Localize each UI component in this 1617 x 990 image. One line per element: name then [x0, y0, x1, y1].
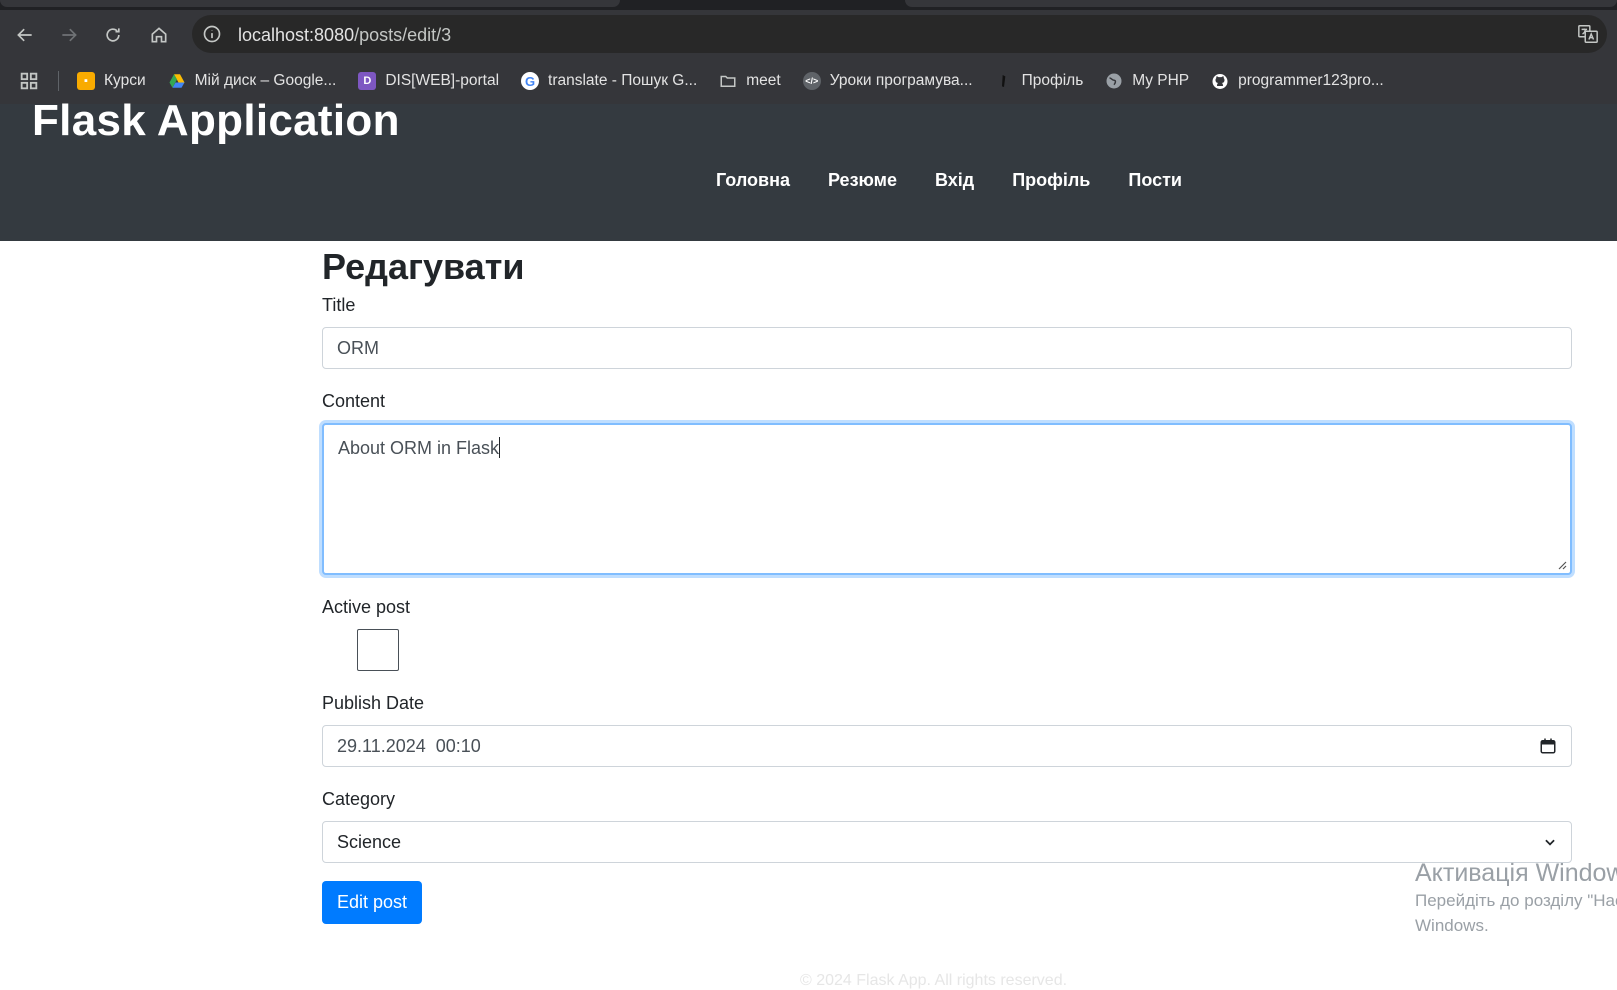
title-input-value: ORM: [337, 338, 379, 358]
resize-grip-icon[interactable]: [1557, 560, 1567, 570]
nav-link-profile[interactable]: Профіль: [1012, 170, 1090, 191]
bookmark-label: programmer123pro...: [1238, 72, 1384, 89]
github-icon: [1211, 72, 1229, 90]
category-label: Category: [322, 789, 396, 809]
home-icon[interactable]: [146, 22, 172, 48]
url-host: localhost:8080: [238, 25, 355, 45]
activation-text-2: Windows.: [1415, 916, 1489, 935]
brand-title[interactable]: Flask Application: [32, 96, 400, 146]
activation-title: Активація Windows: [1415, 859, 1617, 887]
edit-post-form: Редагувати Title ORM Content About ORM i…: [322, 241, 1572, 924]
bookmark-my-php[interactable]: My PHP: [1105, 72, 1189, 90]
title-label: Title: [322, 295, 356, 315]
category-select[interactable]: Science: [322, 821, 1572, 863]
page-title: Редагувати: [322, 246, 525, 287]
url-text[interactable]: localhost:8080/posts/edit/3: [238, 25, 451, 46]
footer-text: © 2024 Flask App. All rights reserved.: [800, 972, 1068, 989]
nav-link-posts[interactable]: Пости: [1128, 170, 1182, 191]
bookmark-label: meet: [746, 72, 781, 89]
publish-date-label: Publish Date: [322, 693, 425, 713]
google-icon: G: [521, 72, 540, 90]
reload-icon[interactable]: [100, 22, 126, 48]
bookmark-label: DIS[WEB]-portal: [385, 72, 500, 89]
site-info-icon[interactable]: [202, 24, 222, 44]
nav-link-home[interactable]: Головна: [716, 170, 790, 191]
main-nav: Головна Резюме Вхід Профіль Пости: [716, 170, 1220, 191]
bookmark-label: My PHP: [1132, 72, 1190, 89]
content-textarea-value: About ORM in Flask: [338, 438, 500, 458]
portal-icon: D: [358, 72, 377, 90]
text-caret: [499, 437, 501, 458]
globe-icon: [1105, 72, 1123, 90]
browser-tab[interactable]: [905, 0, 1617, 7]
code-icon: </>: [802, 72, 821, 90]
bookmark-label: Курси: [104, 72, 146, 89]
bookmark-separator: [58, 71, 59, 91]
bookmark-translate-search[interactable]: G translate - Пошук G...: [521, 72, 697, 90]
site-header: Flask Application Головна Резюме Вхід Пр…: [0, 96, 1617, 241]
google-drive-icon: [168, 72, 186, 90]
nav-link-resume[interactable]: Резюме: [828, 170, 897, 191]
activation-text: Перейдіть до розділу "Настройки": [1415, 891, 1617, 910]
content-textarea[interactable]: About ORM in Flask: [322, 423, 1572, 575]
active-post-label: Active post: [322, 597, 411, 617]
bookmark-label: Профіль: [1021, 72, 1084, 89]
bookmark-profile[interactable]: Профіль: [995, 72, 1084, 90]
bookmark-google-drive[interactable]: Мій диск – Google...: [168, 72, 337, 90]
publish-date-input[interactable]: 29.11.2024 00:10: [322, 725, 1572, 767]
forward-icon[interactable]: [56, 22, 82, 48]
bookmark-kursy[interactable]: ▪ Курси: [77, 72, 146, 90]
browser-tab[interactable]: [0, 0, 620, 7]
profile-icon: [995, 72, 1013, 90]
nav-link-login[interactable]: Вхід: [935, 170, 974, 191]
bookmark-meet-folder[interactable]: meet: [719, 72, 781, 90]
classroom-icon: ▪: [77, 72, 95, 90]
calendar-icon[interactable]: [1539, 737, 1557, 755]
address-bar[interactable]: localhost:8080/posts/edit/3: [192, 15, 1607, 53]
url-path: /posts/edit/3: [354, 25, 452, 45]
edit-post-button[interactable]: Edit post: [322, 881, 423, 924]
bookmark-label: Уроки програмува...: [829, 72, 973, 89]
apps-grid-icon[interactable]: [18, 70, 40, 92]
title-input[interactable]: ORM: [322, 327, 1572, 369]
publish-date-value: 29.11.2024 00:10: [337, 735, 481, 756]
windows-activation-watermark: Активація Windows Перейдіть до розділу "…: [1415, 858, 1617, 938]
bookmark-github[interactable]: programmer123pro...: [1211, 72, 1384, 90]
bookmark-dis-web-portal[interactable]: D DIS[WEB]-portal: [358, 72, 499, 90]
chevron-down-icon: [1545, 839, 1555, 846]
category-select-value: Science: [337, 831, 402, 852]
address-row: localhost:8080/posts/edit/3: [0, 10, 1617, 58]
tab-strip: [0, 0, 1617, 10]
content-label: Content: [322, 391, 386, 411]
browser-chrome: localhost:8080/posts/edit/3 ▪ Курси Мій …: [0, 0, 1617, 104]
bookmark-label: translate - Пошук G...: [548, 72, 698, 89]
bookmark-programming-lessons[interactable]: </> Уроки програмува...: [802, 72, 973, 90]
folder-icon: [719, 72, 737, 90]
active-post-checkbox[interactable]: [357, 629, 399, 671]
translate-icon[interactable]: [1577, 23, 1599, 45]
back-icon[interactable]: [12, 22, 38, 48]
bookmark-label: Мій диск – Google...: [194, 72, 337, 89]
